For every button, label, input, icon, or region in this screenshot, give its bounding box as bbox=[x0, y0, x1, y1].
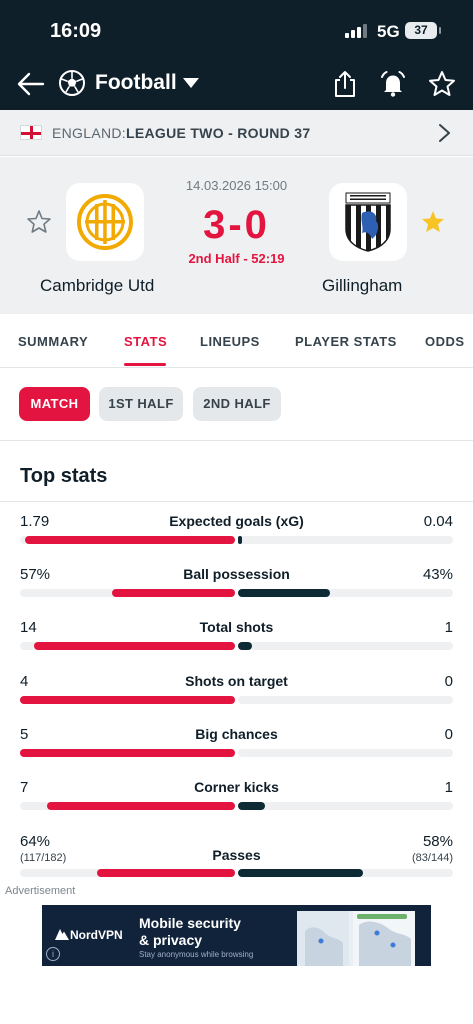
period-chip-match[interactable]: MATCH bbox=[19, 387, 90, 421]
sport-selector[interactable]: Football bbox=[95, 71, 177, 95]
ad-map-image bbox=[297, 911, 415, 966]
period-chip-1st-half[interactable]: 1ST HALF bbox=[99, 387, 183, 421]
away-team-logo[interactable] bbox=[329, 183, 407, 261]
stat-away-bar bbox=[238, 802, 265, 810]
stat-home-bar bbox=[97, 869, 235, 877]
chevron-down-icon[interactable] bbox=[183, 78, 199, 88]
stat-away-track bbox=[238, 696, 453, 704]
stat-away-bar bbox=[238, 536, 242, 544]
stat-home-bar bbox=[46, 802, 235, 810]
league-name: LEAGUE TWO - ROUND 37 bbox=[126, 125, 311, 141]
league-bar[interactable]: ENGLAND: LEAGUE TWO - ROUND 37 bbox=[0, 110, 473, 156]
gillingham-crest-icon bbox=[345, 192, 391, 252]
stat-label: Shots on target bbox=[185, 673, 288, 689]
stat-home-track bbox=[20, 802, 235, 810]
ad-info-icon[interactable]: i bbox=[46, 947, 60, 961]
ad-banner[interactable]: NordVPN Mobile security & privacy Stay a… bbox=[42, 905, 431, 966]
period-filter: MATCH 1ST HALF 2ND HALF bbox=[0, 368, 473, 441]
stat-away-value: 1 bbox=[444, 619, 453, 636]
navbar: Football bbox=[0, 58, 473, 110]
battery-icon: 37 bbox=[405, 22, 441, 39]
ad-headline-2: & privacy bbox=[139, 932, 203, 948]
stat-home-track bbox=[20, 536, 235, 544]
stat-row: 1.79 Expected goals (xG) 0.04 bbox=[0, 513, 473, 563]
stat-away-track bbox=[238, 642, 453, 650]
tab-stats[interactable]: STATS bbox=[124, 334, 167, 349]
stat-away-value: 0 bbox=[444, 673, 453, 690]
stat-home-bar bbox=[34, 642, 235, 650]
stat-home-track bbox=[20, 642, 235, 650]
england-flag-icon bbox=[20, 125, 42, 140]
match-header: Cambridge Utd 14.03.2026 15:00 3-0 2nd H… bbox=[0, 157, 473, 314]
league-country: ENGLAND: bbox=[52, 125, 126, 141]
stat-label: Big chances bbox=[195, 726, 278, 742]
match-tabs: SUMMARY STATS LINEUPS PLAYER STATS ODDS bbox=[0, 314, 473, 368]
status-time: 16:09 bbox=[50, 20, 102, 42]
away-team-name[interactable]: Gillingham bbox=[322, 276, 402, 296]
ad-label: Advertisement bbox=[5, 885, 76, 897]
nordvpn-logo-icon bbox=[55, 929, 69, 940]
stat-label: Total shots bbox=[199, 619, 274, 635]
active-tab-indicator bbox=[124, 363, 166, 366]
stat-label: Corner kicks bbox=[194, 779, 279, 795]
ad-brand: NordVPN bbox=[70, 928, 123, 942]
stat-row: 64% (117/182) Passes 58% (83/144) bbox=[0, 833, 473, 881]
stat-away-value: 58% bbox=[422, 833, 453, 850]
stat-home-track bbox=[20, 869, 235, 877]
status-bar: 16:09 5G 37 bbox=[0, 0, 473, 58]
ad-headline-1: Mobile security bbox=[139, 915, 241, 931]
app-header: 16:09 5G 37 Football bbox=[0, 0, 473, 110]
stat-away-track bbox=[238, 589, 453, 597]
section-title: Top stats bbox=[20, 465, 108, 487]
stat-home-bar bbox=[20, 749, 235, 757]
divider bbox=[0, 501, 473, 502]
home-team-name[interactable]: Cambridge Utd bbox=[40, 276, 154, 296]
stat-home-track bbox=[20, 749, 235, 757]
away-favorite-star-icon[interactable] bbox=[420, 209, 446, 235]
stat-away-value: 0 bbox=[444, 726, 453, 743]
stat-row: 57% Ball possession 43% bbox=[0, 566, 473, 616]
signal-icon bbox=[345, 24, 367, 38]
tab-summary[interactable]: SUMMARY bbox=[18, 334, 88, 349]
stat-home-track bbox=[20, 589, 235, 597]
stat-home-bar bbox=[20, 696, 235, 704]
stat-label: Ball possession bbox=[183, 566, 290, 582]
stat-away-track bbox=[238, 869, 453, 877]
stat-away-bar bbox=[238, 869, 363, 877]
stat-row: 14 Total shots 1 bbox=[0, 619, 473, 669]
stat-label: Expected goals (xG) bbox=[169, 513, 304, 529]
stat-label: Passes bbox=[212, 847, 261, 863]
stat-row: 7 Corner kicks 1 bbox=[0, 779, 473, 829]
ad-tagline: Stay anonymous while browsing bbox=[139, 950, 254, 959]
stat-away-value: 1 bbox=[444, 779, 453, 796]
period-chip-2nd-half[interactable]: 2ND HALF bbox=[193, 387, 281, 421]
stat-away-bar bbox=[238, 589, 331, 597]
football-icon bbox=[59, 70, 85, 96]
star-icon[interactable] bbox=[427, 69, 457, 99]
tab-lineups[interactable]: LINEUPS bbox=[200, 334, 260, 349]
chevron-right-icon[interactable] bbox=[434, 122, 454, 144]
stat-home-track bbox=[20, 696, 235, 704]
alarm-bell-icon[interactable] bbox=[378, 69, 408, 99]
stat-row: 4 Shots on target 0 bbox=[0, 673, 473, 723]
stat-away-bar bbox=[238, 642, 253, 650]
stat-away-value: 43% bbox=[422, 566, 453, 583]
network-type: 5G bbox=[377, 22, 400, 41]
stat-away-track bbox=[238, 536, 453, 544]
stat-home-bar bbox=[24, 536, 235, 544]
share-icon[interactable] bbox=[330, 69, 360, 99]
tab-odds[interactable]: ODDS bbox=[425, 334, 465, 349]
stat-away-value: 0.04 bbox=[423, 513, 453, 530]
stat-away-track bbox=[238, 749, 453, 757]
tab-player-stats[interactable]: PLAYER STATS bbox=[295, 334, 397, 349]
stat-home-bar bbox=[112, 589, 235, 597]
stat-row: 5 Big chances 0 bbox=[0, 726, 473, 776]
stat-away-track bbox=[238, 802, 453, 810]
back-arrow-icon[interactable] bbox=[16, 70, 46, 98]
stat-away-detail: (83/144) bbox=[412, 852, 453, 864]
